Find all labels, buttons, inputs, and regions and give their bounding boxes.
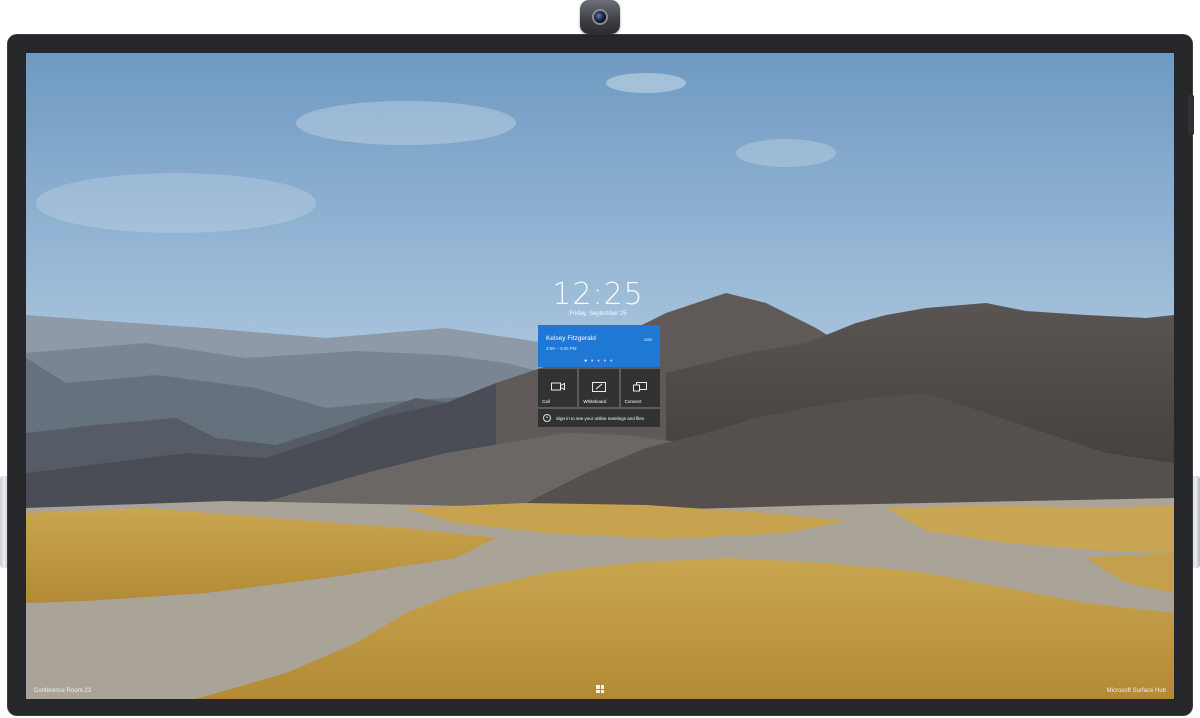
- welcome-panel: Kelsey Fitzgerald 3:00 – 4:00 PM Join ● …: [538, 325, 660, 427]
- action-tiles: Call Whiteboard Connect: [538, 369, 660, 407]
- camera: [580, 0, 620, 34]
- windows-icon[interactable]: [596, 685, 604, 693]
- signin-bar[interactable]: • Sign in to see your online meetings an…: [538, 409, 660, 427]
- person-icon: •: [543, 414, 551, 422]
- call-tile[interactable]: Call: [538, 369, 578, 407]
- meeting-time: 3:00 – 4:00 PM: [546, 346, 577, 351]
- signin-text: Sign in to see your online meetings and …: [556, 415, 645, 421]
- lock-screen-clock: 12:25: [552, 277, 644, 312]
- power-button: [1188, 95, 1194, 135]
- whiteboard-tile[interactable]: Whiteboard: [579, 369, 619, 407]
- room-name: Conference Room 23: [34, 688, 92, 694]
- whiteboard-pen-icon: [592, 382, 606, 392]
- lock-screen-date: Friday, September 25: [569, 311, 627, 317]
- display-screen: 12:25 Friday, September 25 Kelsey Fitzge…: [26, 53, 1174, 699]
- right-handle: [1191, 476, 1200, 568]
- screen-connect-icon: [633, 382, 648, 392]
- join-button[interactable]: Join: [644, 337, 652, 342]
- connect-label: Connect: [624, 399, 642, 404]
- whiteboard-label: Whiteboard: [583, 399, 607, 404]
- meeting-card[interactable]: Kelsey Fitzgerald 3:00 – 4:00 PM Join ● …: [538, 325, 660, 367]
- carousel-dots[interactable]: ● ● ● ● ●: [538, 358, 660, 364]
- brand-label: Microsoft Surface Hub: [1106, 688, 1166, 694]
- camera-lens: [592, 9, 608, 25]
- meeting-organizer: Kelsey Fitzgerald: [546, 335, 596, 342]
- connect-tile[interactable]: Connect: [620, 369, 660, 407]
- call-label: Call: [542, 399, 550, 404]
- video-camera-icon: [550, 382, 565, 391]
